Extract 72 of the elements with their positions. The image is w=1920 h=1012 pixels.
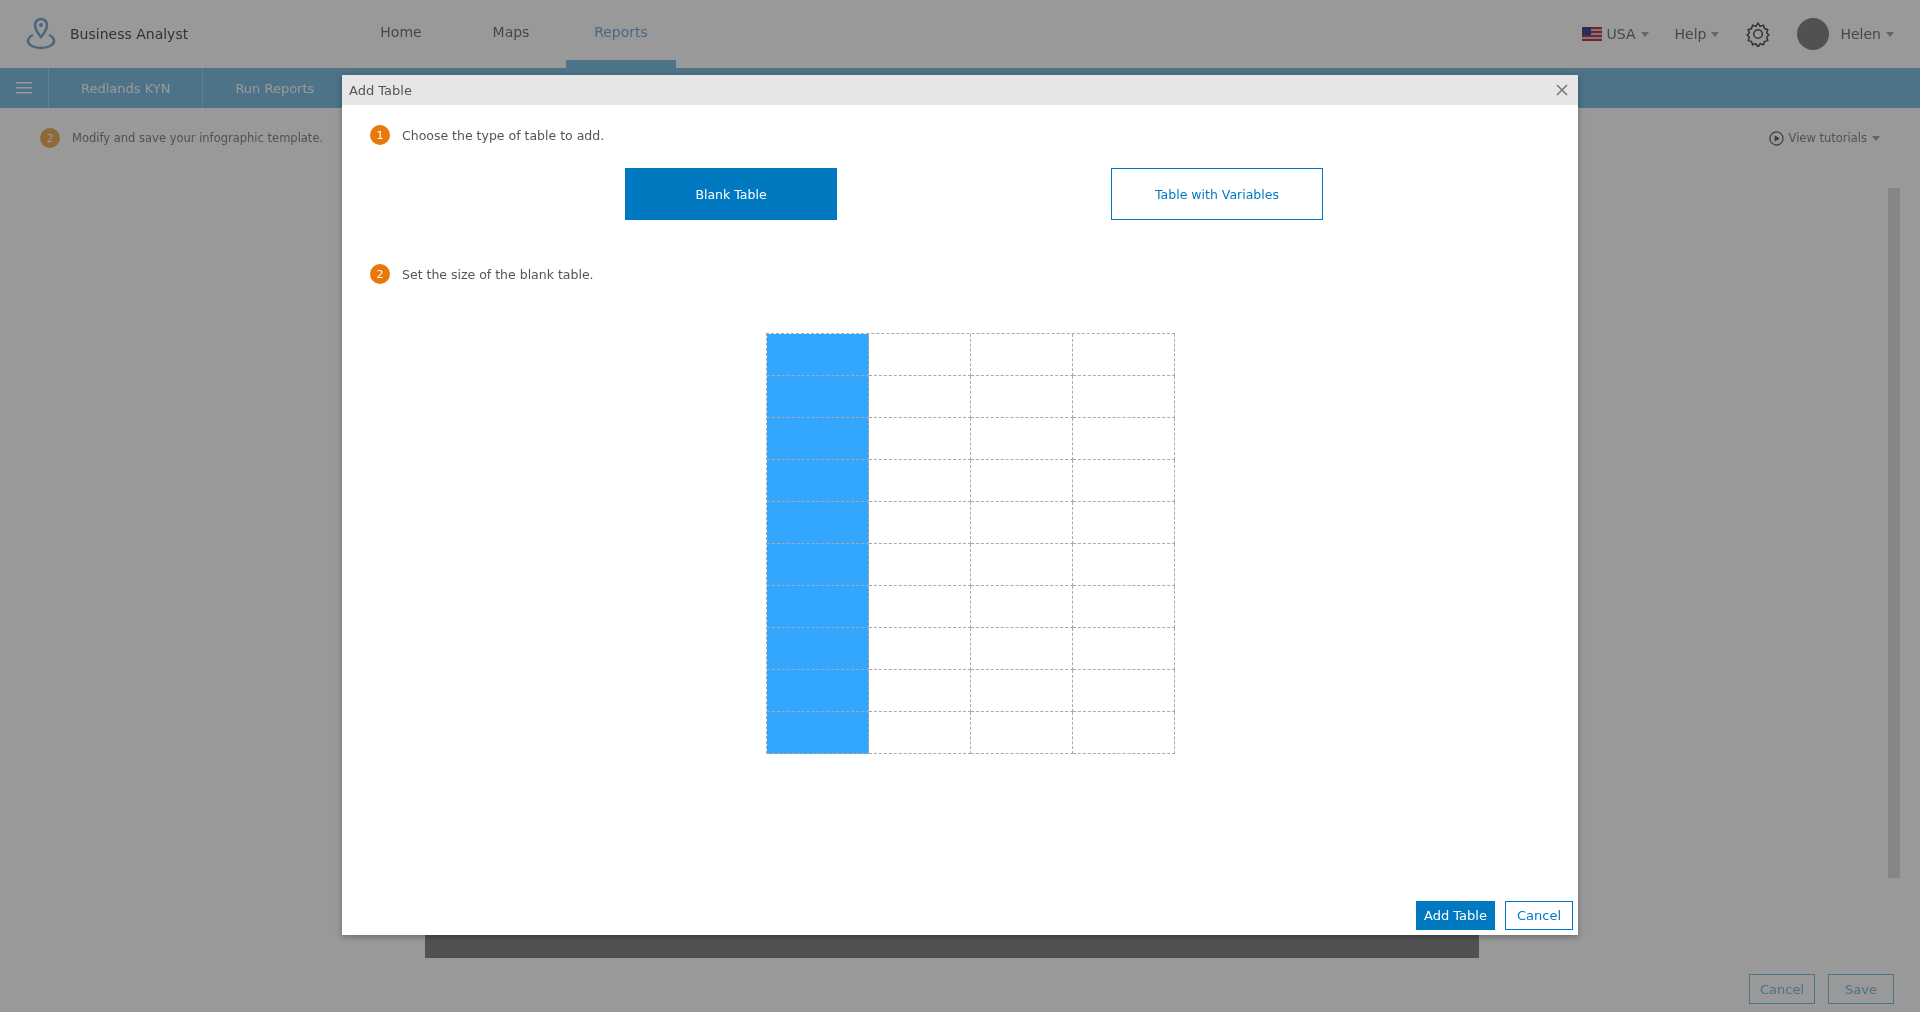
grid-cell[interactable] xyxy=(869,376,971,418)
grid-cell[interactable] xyxy=(869,418,971,460)
grid-cell[interactable] xyxy=(971,628,1073,670)
flag-icon xyxy=(1581,27,1602,41)
step-badge: 1 xyxy=(370,125,390,145)
grid-cell[interactable] xyxy=(767,376,869,418)
grid-cell[interactable] xyxy=(971,544,1073,586)
grid-cell[interactable] xyxy=(767,670,869,712)
dialog-title: Add Table xyxy=(349,82,412,98)
step-badge: 2 xyxy=(370,264,390,284)
grid-cell[interactable] xyxy=(1073,712,1175,754)
grid-cell[interactable] xyxy=(971,418,1073,460)
settings-icon[interactable] xyxy=(1745,21,1772,47)
subnav-tab[interactable]: Redlands KYN xyxy=(48,68,203,108)
close-icon[interactable] xyxy=(1556,84,1568,96)
caret-icon xyxy=(1711,31,1720,37)
grid-cell[interactable] xyxy=(767,586,869,628)
caret-icon xyxy=(1640,31,1649,37)
grid-cell[interactable] xyxy=(971,670,1073,712)
grid-cell[interactable] xyxy=(1073,544,1175,586)
grid-cell[interactable] xyxy=(869,712,971,754)
grid-cell[interactable] xyxy=(1073,628,1175,670)
grid-cell[interactable] xyxy=(1073,334,1175,376)
grid-cell[interactable] xyxy=(1073,418,1175,460)
page-button[interactable]: Cancel xyxy=(1749,974,1815,1004)
grid-cell[interactable] xyxy=(971,586,1073,628)
grid-cell[interactable] xyxy=(869,334,971,376)
grid-cell[interactable] xyxy=(971,712,1073,754)
grid-cell[interactable] xyxy=(767,544,869,586)
grid-cell[interactable] xyxy=(869,460,971,502)
grid-cell[interactable] xyxy=(869,544,971,586)
step-instruction: Set the size of the blank table. xyxy=(402,266,594,282)
dialog-button[interactable]: Cancel xyxy=(1504,901,1573,930)
dialog-button[interactable]: Add Table xyxy=(1416,901,1495,930)
grid-cell[interactable] xyxy=(767,502,869,544)
app-name: Business Analyst xyxy=(70,26,189,42)
caret-icon xyxy=(1872,135,1880,141)
grid-cell[interactable] xyxy=(1073,586,1175,628)
country-menu[interactable]: USA xyxy=(1581,26,1649,42)
step-badge: 2 xyxy=(40,128,60,148)
grid-cell[interactable] xyxy=(971,334,1073,376)
step-instruction: Choose the type of table to add. xyxy=(402,127,605,143)
grid-cell[interactable] xyxy=(869,670,971,712)
step-instruction: Modify and save your infographic template. xyxy=(72,131,324,145)
grid-cell[interactable] xyxy=(767,628,869,670)
location-pin-icon xyxy=(26,17,56,51)
grid-cell[interactable] xyxy=(869,628,971,670)
caret-icon xyxy=(1886,31,1894,37)
grid-cell[interactable] xyxy=(767,418,869,460)
menu-icon[interactable] xyxy=(16,82,32,94)
grid-cell[interactable] xyxy=(869,502,971,544)
grid-cell[interactable] xyxy=(971,460,1073,502)
grid-cell[interactable] xyxy=(1073,502,1175,544)
avatar-icon xyxy=(1797,18,1830,50)
grid-cell[interactable] xyxy=(1073,376,1175,418)
table-type-option[interactable]: Blank Table xyxy=(625,168,837,220)
grid-cell[interactable] xyxy=(767,334,869,376)
grid-cell[interactable] xyxy=(767,712,869,754)
grid-cell[interactable] xyxy=(1073,460,1175,502)
user-menu[interactable]: Helen xyxy=(1797,18,1894,50)
view-tutorials-link[interactable]: View tutorials xyxy=(1768,130,1880,146)
play-icon xyxy=(1768,130,1784,146)
grid-cell[interactable] xyxy=(869,586,971,628)
nav-tab[interactable]: Maps xyxy=(456,0,566,68)
grid-cell[interactable] xyxy=(971,376,1073,418)
page-button[interactable]: Save xyxy=(1828,974,1894,1004)
help-menu[interactable]: Help xyxy=(1674,26,1720,42)
grid-cell[interactable] xyxy=(971,502,1073,544)
table-type-option[interactable]: Table with Variables xyxy=(1111,168,1323,220)
nav-tab[interactable]: Home xyxy=(346,0,456,68)
grid-cell[interactable] xyxy=(767,460,869,502)
grid-cell[interactable] xyxy=(1073,670,1175,712)
